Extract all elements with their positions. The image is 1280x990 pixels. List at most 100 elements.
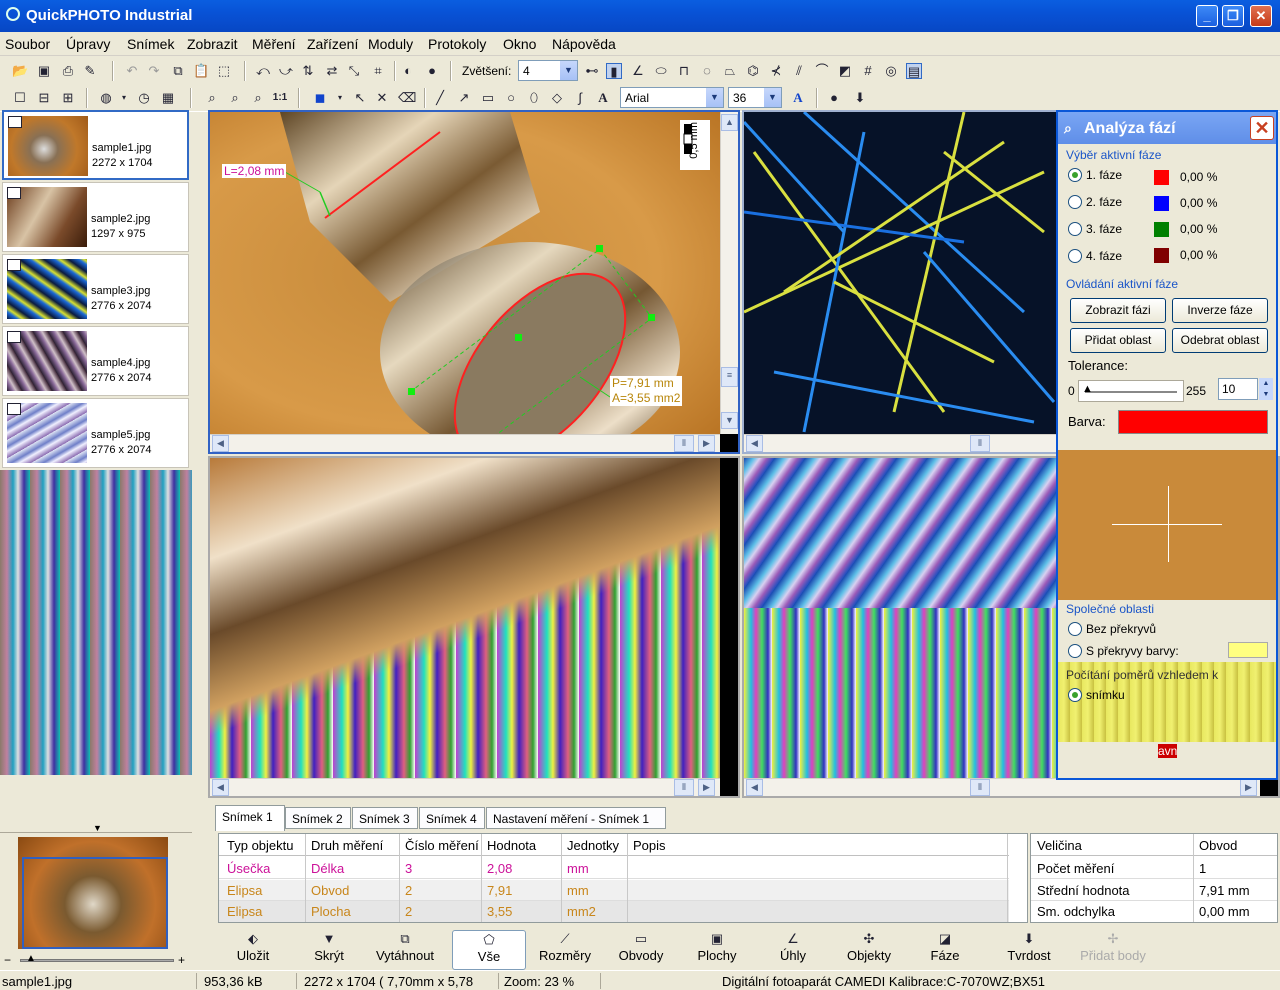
polygon-icon[interactable]: ⌬ [745,63,761,79]
polyline-icon[interactable]: ⏢ [722,63,738,79]
panel-icon[interactable]: ▤ [906,63,922,79]
ellipse-label[interactable]: P=7,91 mm A=3,55 mm2 [610,376,683,406]
angle-icon[interactable]: ∠ [630,63,646,79]
phase-3-radio[interactable] [1068,222,1082,236]
hardness-button[interactable]: ⬇ Tvrdost [992,930,1066,970]
layout-single-icon[interactable]: ☐ [12,90,28,106]
contrast-icon[interactable]: ◩ [837,63,853,79]
menu-zobrazit[interactable]: Zobrazit [187,36,238,52]
zoom-out-icon[interactable]: ⌕ [227,90,243,106]
eraser-icon[interactable]: ⌫ [398,90,416,106]
chevron-down-icon[interactable]: ▾ [332,90,348,106]
image-pane-1[interactable]: L=2,08 mm P=7,91 mm A=3,55 mm2 0,5 mm ▲ … [208,110,740,454]
areas-button[interactable]: ▣ Plochy [680,930,754,970]
phase-4-radio[interactable] [1068,249,1082,263]
ellipse-icon[interactable]: ⬯ [526,90,542,106]
save-icon[interactable]: ▣ [36,63,52,79]
scroll-down-icon[interactable]: ▼ [721,412,738,429]
horizontal-scrollbar[interactable]: ◀ ⦀ ▶ [210,778,720,796]
layout-quad-icon[interactable]: ⊞ [60,90,76,106]
table-row[interactable]: Elipsa Obvod 2 7,91 mm [219,880,1009,901]
film-icon[interactable]: ▦ [160,90,176,106]
grid-icon[interactable]: # [860,63,876,79]
menu-zarizeni[interactable]: Zařízení [307,36,358,52]
select-icon[interactable]: ⬚ [216,63,232,79]
ellipse-measure-icon[interactable]: ⬭ [653,63,669,79]
vertical-scrollbar[interactable]: ▲ ≡ ▼ [720,112,738,434]
tab-snimek-4[interactable]: Snímek 4 [419,807,485,829]
slider-thumb[interactable]: ▲ [1082,383,1093,395]
tab-snimek-3[interactable]: Snímek 3 [352,807,418,829]
scroll-thumb[interactable]: ≡ [721,367,738,387]
font-select[interactable]: Arial ▼ [620,87,724,108]
chevron-down-icon[interactable]: ▾ [116,90,132,106]
navigator-zoom-slider[interactable]: − ▲ + [4,953,189,967]
flip-icon[interactable]: ⇅ [300,63,316,79]
rotate-right-icon[interactable]: ⤻ [278,63,294,79]
perimeters-button[interactable]: ▭ Obvody [604,930,678,970]
pull-out-button[interactable]: ⧉ Vytáhnout [368,930,442,970]
redo-icon[interactable]: ↷ [146,63,162,79]
copy-icon[interactable]: ⧉ [170,63,186,79]
thumbnail-item[interactable]: sample3.jpg 2776 x 2074 [2,254,189,324]
select-marker-icon[interactable] [8,116,22,128]
angle2-icon[interactable]: ⊀ [768,63,784,79]
scroll-left-icon[interactable]: ◀ [746,435,763,452]
select-marker-icon[interactable] [7,331,21,343]
minimize-button[interactable]: _ [1196,5,1218,27]
resize-icon[interactable]: ⤡ [346,63,362,79]
zoom-1to1-button[interactable]: 1:1 [272,90,288,106]
scroll-left-icon[interactable]: ◀ [212,435,229,452]
scroll-thumb[interactable]: ⦀ [970,779,990,796]
select-marker-icon[interactable] [7,403,21,415]
thumbnail-item[interactable]: sample4.jpg 2776 x 2074 [2,326,189,396]
polygon-draw-icon[interactable]: ◇ [549,90,565,106]
thumbnail-item[interactable]: sample5.jpg 2776 x 2074 [2,398,189,468]
overlap-radio[interactable] [1068,644,1082,658]
scroll-thumb[interactable]: ⦀ [674,779,694,796]
measure-line-icon[interactable]: ⊷ [584,63,600,79]
undo-icon[interactable]: ↶ [124,63,140,79]
circle-measure-icon[interactable]: ◌ [699,63,715,79]
globe-icon[interactable]: ◍ [98,90,114,106]
phase-1-radio[interactable] [1068,168,1082,182]
font-size-select[interactable]: 36 ▼ [728,87,782,108]
rotate-left-icon[interactable]: ⤺ [255,63,271,79]
brightness-icon[interactable]: ◐ [400,63,416,79]
zoom-fit-icon[interactable]: ⌕ [250,90,266,106]
scroll-right-icon[interactable]: ▶ [698,435,715,452]
scroll-thumb[interactable]: ⦀ [970,435,990,452]
remove-area-button[interactable]: Odebrat oblast [1172,328,1268,353]
slider-thumb[interactable]: ▲ [26,953,36,965]
phases-button[interactable]: ◪ Fáze [908,930,982,970]
overlap-color-swatch[interactable] [1228,642,1268,658]
circle-icon[interactable]: ○ [503,90,519,106]
no-overlap-radio[interactable] [1068,622,1082,636]
menu-okno[interactable]: Okno [503,36,536,52]
menu-protokoly[interactable]: Protokoly [428,36,486,52]
horizontal-scrollbar[interactable]: ◀ ⦀ [744,434,1056,452]
image-canvas[interactable] [210,458,720,778]
delete-icon[interactable]: ✕ [374,90,390,106]
print-icon[interactable]: ⎙ [60,63,76,79]
stamp-icon[interactable]: ⬇ [852,90,868,106]
mirror-icon[interactable]: ⇄ [324,63,340,79]
fill-color-icon[interactable]: ◼ [312,90,328,106]
crop-icon[interactable]: ⌗ [370,63,386,79]
text-icon[interactable]: A [595,90,611,106]
menu-moduly[interactable]: Moduly [368,36,413,52]
marker-icon[interactable]: ● [826,90,842,106]
color-icon[interactable]: ● [424,63,440,79]
show-phase-button[interactable]: Zobrazit fázi [1070,298,1166,323]
tab-snimek-1[interactable]: Snímek 1 [215,805,285,831]
menu-soubor[interactable]: Soubor [5,36,50,52]
close-button[interactable]: ✕ [1250,5,1272,27]
navigator-viewport[interactable] [22,857,168,949]
menu-upravy[interactable]: Úpravy [66,36,110,52]
image-canvas[interactable] [744,112,1056,434]
tolerance-slider[interactable]: ▲ [1078,380,1184,402]
arrow-select-icon[interactable]: ↖ [352,90,368,106]
scroll-left-icon[interactable]: ◀ [746,779,763,796]
image-pane-2[interactable]: ◀ ⦀ [742,110,1058,454]
scroll-thumb[interactable]: ⦀ [674,435,694,452]
